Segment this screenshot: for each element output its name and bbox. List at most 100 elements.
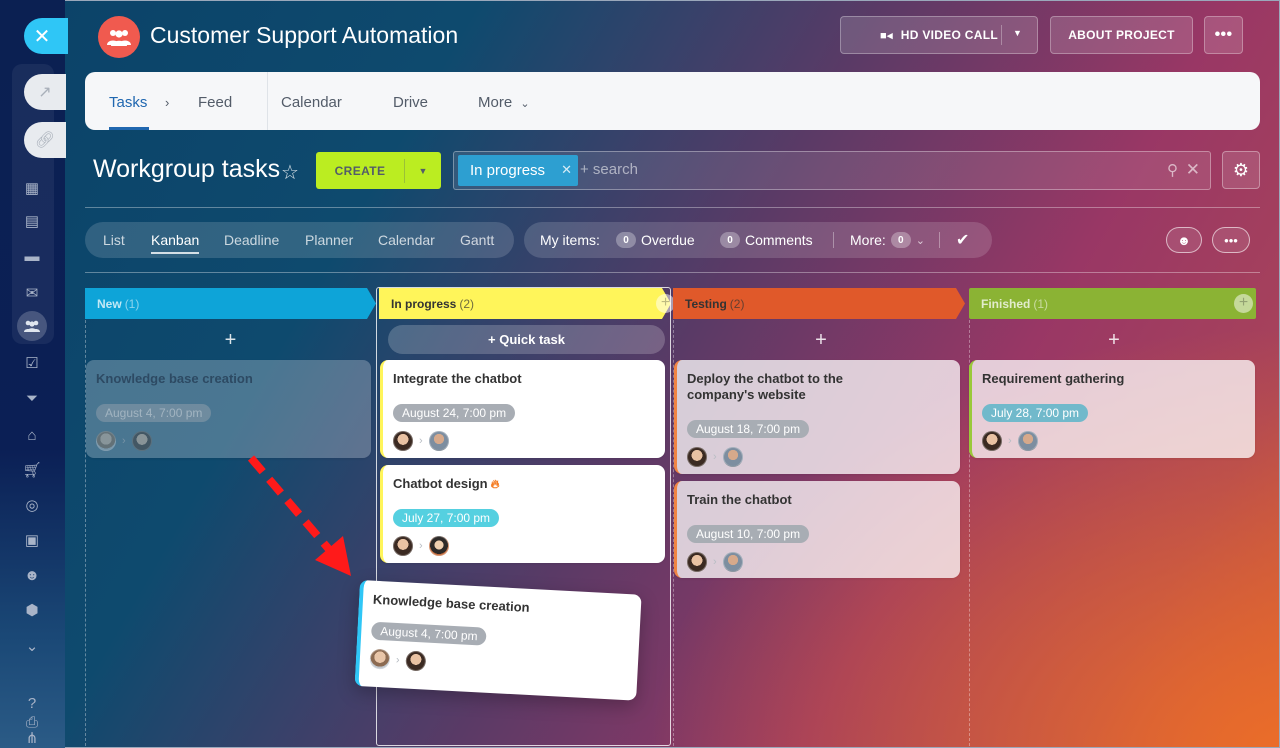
- add-task-finished-button[interactable]: +: [969, 329, 1259, 352]
- task-people: ›: [393, 536, 655, 556]
- column-header-finished[interactable]: Finished (1): [969, 288, 1256, 319]
- box-icon[interactable]: ⬢: [22, 600, 42, 620]
- remove-filter-icon[interactable]: ✕: [561, 162, 572, 178]
- task-card-ghost[interactable]: Knowledge base creation August 4, 7:00 p…: [86, 360, 371, 458]
- tab-calendar[interactable]: Calendar: [281, 94, 342, 111]
- divider: [85, 272, 1260, 273]
- task-people: ›: [982, 431, 1245, 451]
- mail-icon[interactable]: ✉: [22, 283, 42, 303]
- column-header-testing[interactable]: Testing (2): [673, 288, 965, 319]
- create-button[interactable]: CREATE ▼: [316, 152, 441, 189]
- tasks-icon[interactable]: ☑: [22, 353, 42, 373]
- chevron-down-circle-icon[interactable]: ⌄: [22, 636, 42, 656]
- deadline-badge[interactable]: July 27, 7:00 pm: [393, 509, 500, 527]
- page-title: Workgroup tasks: [93, 155, 281, 183]
- help-icon[interactable]: ?: [22, 693, 42, 713]
- video-camera-icon: ■◂: [880, 29, 893, 42]
- task-card[interactable]: Requirement gathering July 28, 7:00 pm ›: [969, 360, 1255, 458]
- avatar[interactable]: [428, 431, 449, 451]
- group-logo-icon: [98, 16, 140, 58]
- robot-icon[interactable]: ☻: [22, 565, 42, 585]
- contact-card-icon[interactable]: ▣: [22, 530, 42, 550]
- ellipsis-icon: •••: [1214, 26, 1233, 43]
- comments-counter[interactable]: 0 Comments: [720, 232, 813, 248]
- target-icon[interactable]: ◎: [22, 495, 42, 515]
- document-icon[interactable]: ▤: [22, 211, 42, 231]
- video-call-button[interactable]: ■◂ HD VIDEO CALL ▼: [840, 16, 1038, 54]
- task-card[interactable]: Train the chatbot August 10, 7:00 pm ›: [674, 481, 960, 578]
- avatar[interactable]: [982, 431, 1002, 451]
- divider: [267, 72, 268, 130]
- avatar: [404, 650, 427, 672]
- deadline-badge[interactable]: July 28, 7:00 pm: [982, 404, 1089, 422]
- favorite-star-icon[interactable]: ☆: [281, 160, 299, 185]
- cart-icon[interactable]: 🛒︎: [22, 460, 42, 480]
- chevron-right-icon: ›: [122, 435, 126, 447]
- search-icon[interactable]: ⚲: [1167, 161, 1178, 179]
- filter-search-box[interactable]: In progress ✕ ⚲ ✕: [453, 151, 1211, 190]
- task-card-dragging[interactable]: Knowledge base creation August 4, 7:00 p…: [354, 580, 642, 701]
- chevron-right-icon: ›: [1008, 435, 1012, 447]
- deadline-badge[interactable]: August 18, 7:00 pm: [687, 420, 810, 438]
- column-header-new[interactable]: New (1): [85, 288, 376, 319]
- copy-link-button[interactable]: 🔗︎: [24, 122, 66, 158]
- search-input[interactable]: [580, 161, 1140, 178]
- active-tab-indicator: [109, 127, 149, 130]
- add-task-new-button[interactable]: +: [85, 329, 376, 352]
- deadline-badge[interactable]: August 24, 7:00 pm: [393, 404, 516, 422]
- view-deadline[interactable]: Deadline: [224, 232, 279, 248]
- avatar[interactable]: [722, 447, 743, 467]
- avatar[interactable]: [687, 552, 707, 572]
- avatar[interactable]: [393, 431, 413, 451]
- divider: [833, 232, 834, 248]
- close-button[interactable]: ✕: [24, 18, 68, 54]
- clear-search-icon[interactable]: ✕: [1186, 160, 1200, 180]
- view-planner[interactable]: Planner: [305, 232, 353, 248]
- task-card[interactable]: Integrate the chatbot August 24, 7:00 pm…: [380, 360, 665, 458]
- avatar[interactable]: [428, 536, 449, 556]
- view-list[interactable]: List: [103, 232, 125, 248]
- task-people: ›: [687, 552, 950, 572]
- settings-button[interactable]: ⚙: [1222, 151, 1260, 189]
- chevron-down-icon[interactable]: ▼: [405, 166, 441, 176]
- ellipsis-icon: •••: [1224, 232, 1238, 248]
- workgroups-icon[interactable]: [17, 311, 47, 341]
- deadline-badge[interactable]: August 10, 7:00 pm: [687, 525, 810, 543]
- tab-tasks[interactable]: Tasks: [109, 94, 147, 111]
- chevron-down-icon[interactable]: ▼: [1013, 28, 1022, 38]
- calendar-icon[interactable]: ▦: [22, 178, 42, 198]
- quick-task-button[interactable]: + Quick task: [388, 325, 665, 354]
- tab-drive[interactable]: Drive: [393, 94, 428, 111]
- open-external-button[interactable]: ↗: [24, 74, 66, 110]
- robot-icon: ☻: [1177, 232, 1191, 248]
- store-icon[interactable]: ⌂: [22, 425, 42, 445]
- more-options-button[interactable]: •••: [1212, 227, 1250, 253]
- add-column-icon[interactable]: +: [1234, 294, 1253, 313]
- view-gantt[interactable]: Gantt: [460, 232, 494, 248]
- filter-icon[interactable]: ⏷: [22, 388, 42, 408]
- add-task-testing-button[interactable]: +: [673, 329, 969, 352]
- deadline-badge: August 4, 7:00 pm: [370, 621, 488, 646]
- chevron-right-icon: ›: [419, 435, 423, 447]
- deadline-badge: August 4, 7:00 pm: [96, 404, 212, 422]
- avatar[interactable]: [722, 552, 743, 572]
- automation-robot-button[interactable]: ☻: [1166, 227, 1202, 253]
- sitemap-icon[interactable]: ⋔: [22, 728, 42, 748]
- tab-feed[interactable]: Feed: [198, 94, 232, 111]
- tab-more[interactable]: More ⌄: [478, 94, 530, 111]
- task-card[interactable]: Deploy the chatbot to the company's webs…: [674, 360, 960, 474]
- filter-chip-in-progress[interactable]: In progress ✕: [458, 155, 578, 186]
- drive-icon[interactable]: ▬: [22, 246, 42, 266]
- view-calendar[interactable]: Calendar: [378, 232, 435, 248]
- about-project-button[interactable]: ABOUT PROJECT: [1050, 16, 1193, 54]
- avatar[interactable]: [1017, 431, 1038, 451]
- task-card[interactable]: Chatbot design 🔥︎ July 27, 7:00 pm ›: [380, 465, 665, 563]
- more-menu-button[interactable]: •••: [1204, 16, 1243, 54]
- avatar[interactable]: [393, 536, 413, 556]
- read-all-comments-icon[interactable]: ✔︎: [956, 230, 969, 250]
- chevron-right-icon: ›: [395, 653, 400, 667]
- view-kanban[interactable]: Kanban: [151, 232, 199, 248]
- more-counter[interactable]: More: 0 ⌄: [850, 232, 925, 248]
- overdue-counter[interactable]: 0 Overdue: [616, 232, 695, 248]
- avatar[interactable]: [687, 447, 707, 467]
